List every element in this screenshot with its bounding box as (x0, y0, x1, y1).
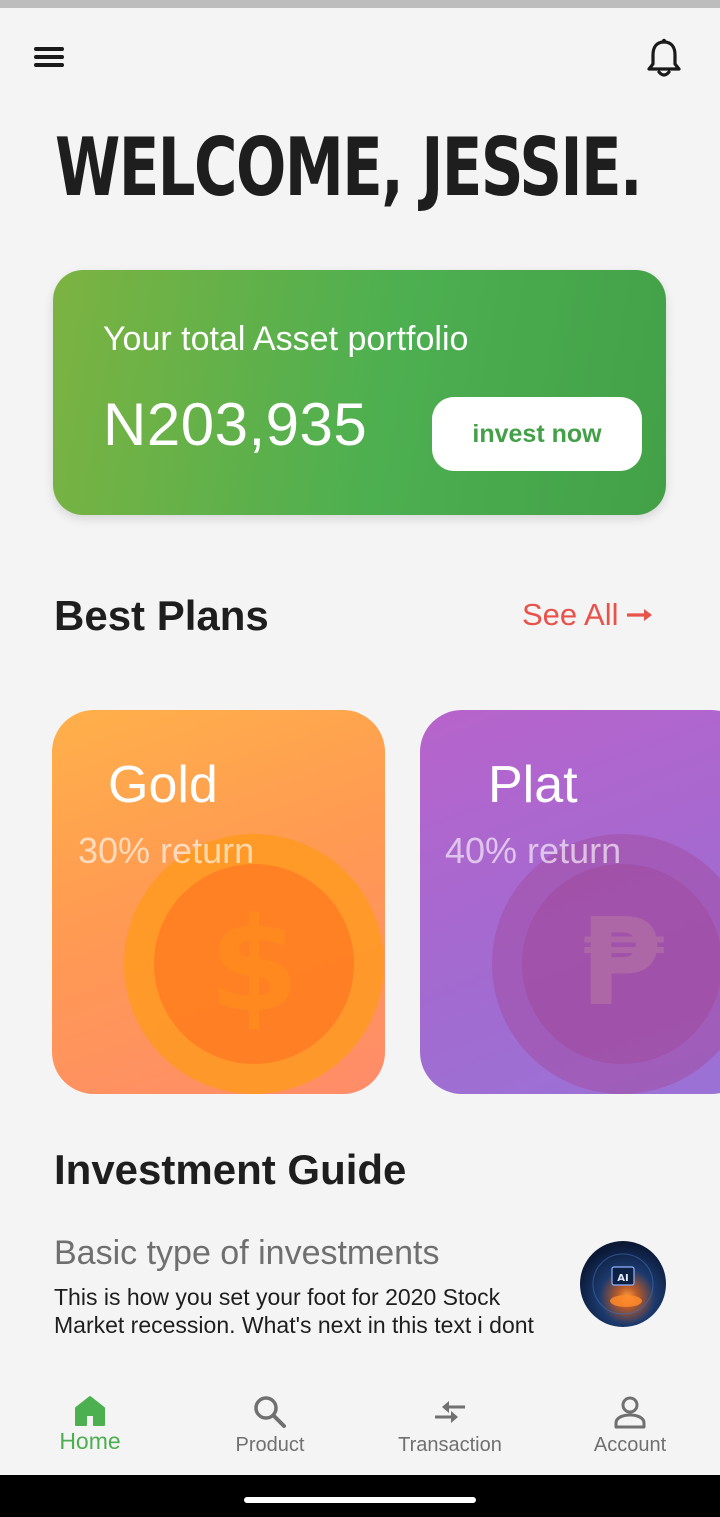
see-all-link[interactable]: See All (522, 597, 655, 633)
plan-name-gold: Gold (108, 756, 218, 814)
nav-label-home: Home (59, 1428, 121, 1454)
ai-thumbnail-image[interactable]: AI (580, 1241, 666, 1327)
plan-card-gold[interactable]: $ Gold 30% return (52, 710, 385, 1094)
bell-icon[interactable] (644, 36, 684, 80)
portfolio-card: Your total Asset portfolio N203,935 inve… (53, 270, 666, 515)
system-navigation-bar (0, 1475, 720, 1517)
portfolio-label: Your total Asset portfolio (103, 320, 469, 358)
transfer-arrows-icon (435, 1401, 465, 1423)
nav-item-transaction[interactable]: Transaction (360, 1380, 540, 1475)
see-all-label: See All (522, 597, 619, 632)
article-snippet: This is how you set your foot for 2020 S… (54, 1284, 534, 1338)
ai-chip-icon: AI (592, 1253, 654, 1315)
plan-return-gold: 30% return (78, 830, 255, 871)
home-gesture-pill[interactable] (244, 1497, 476, 1503)
svg-text:₱: ₱ (580, 894, 664, 1033)
guide-article[interactable]: Basic type of investments This is how yo… (54, 1234, 574, 1339)
plan-return-plat: 40% return (445, 830, 622, 871)
search-icon (254, 1396, 286, 1428)
welcome-heading: WELCOME, JESSIE. (55, 121, 643, 214)
article-title: Basic type of investments (54, 1234, 440, 1272)
nav-label-transaction: Transaction (398, 1434, 502, 1456)
status-bar (0, 0, 720, 8)
person-icon (614, 1396, 646, 1429)
nav-label-account: Account (593, 1434, 667, 1456)
nav-item-product[interactable]: Product (180, 1380, 360, 1475)
svg-text:$: $ (209, 889, 299, 1041)
best-plans-heading: Best Plans (54, 592, 269, 639)
investment-guide-heading: Investment Guide (54, 1146, 407, 1193)
thumb-text: AI (617, 1273, 628, 1284)
portfolio-value: N203,935 (103, 391, 368, 458)
invest-now-button[interactable]: invest now (432, 397, 642, 471)
nav-item-account[interactable]: Account (540, 1380, 720, 1475)
nav-label-product: Product (235, 1434, 305, 1456)
plan-card-plat[interactable]: ₱ Plat 40% return (420, 710, 720, 1094)
nav-item-home[interactable]: Home (0, 1380, 180, 1475)
bottom-navigation: Home Product Transaction Account (0, 1380, 720, 1475)
arrow-right-icon (626, 609, 652, 621)
home-icon (75, 1396, 105, 1426)
hamburger-menu-icon[interactable] (30, 42, 68, 72)
plan-name-plat: Plat (488, 756, 578, 814)
